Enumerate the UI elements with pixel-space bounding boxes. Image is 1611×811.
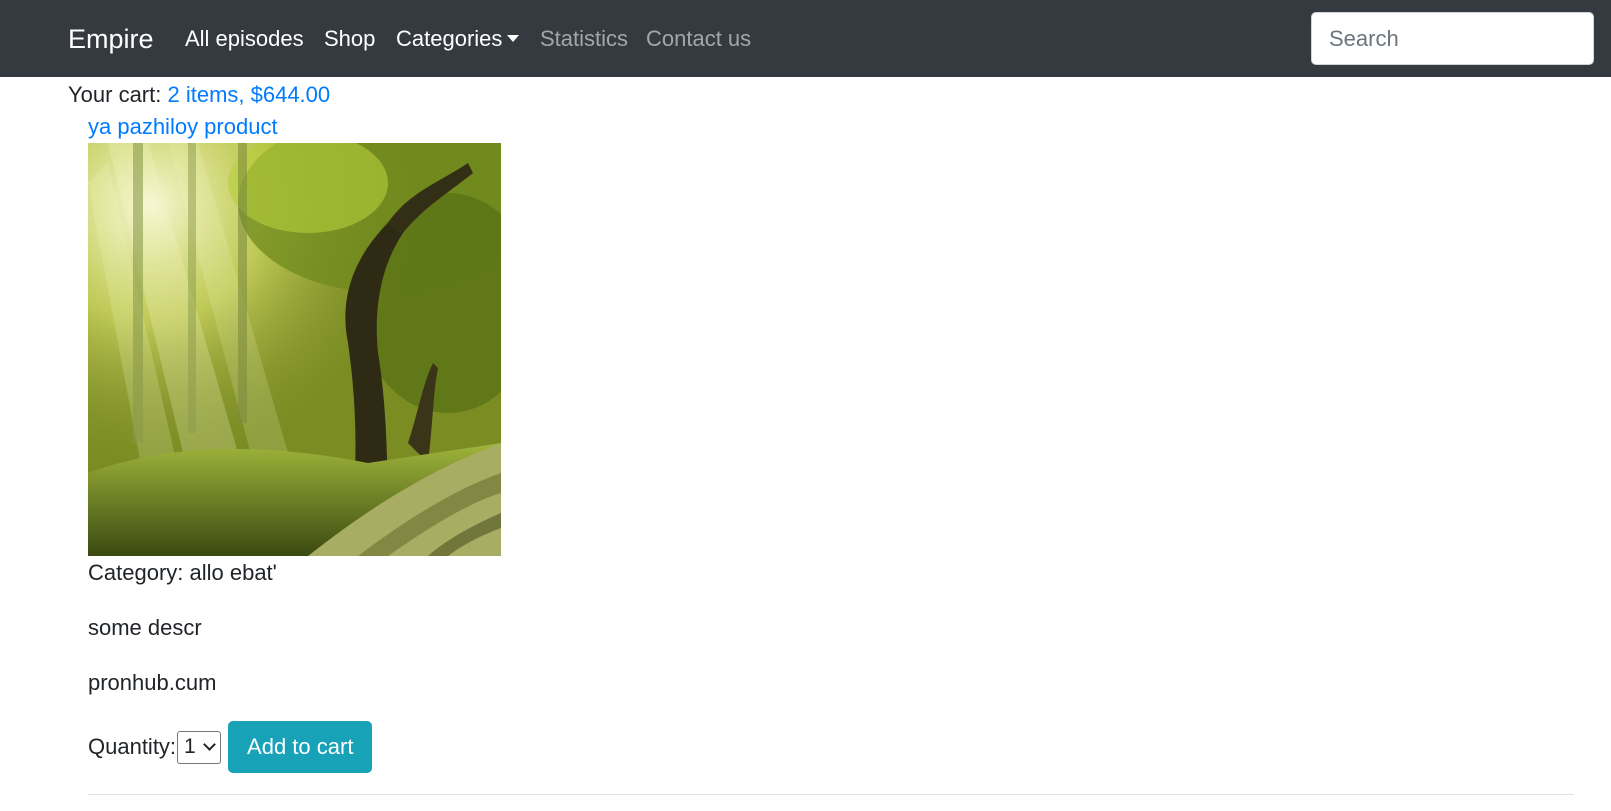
- product-description: some descr: [88, 615, 202, 640]
- brand-link[interactable]: Empire: [68, 21, 154, 57]
- forest-road-image: [88, 143, 501, 556]
- nav-categories-dropdown[interactable]: Categories: [396, 24, 520, 54]
- nav-statistics[interactable]: Statistics: [540, 24, 628, 54]
- product-image: [88, 143, 501, 556]
- top-navbar: Empire All episodes Shop Categories Stat…: [0, 0, 1611, 77]
- cart-summary: Your cart: 2 items, $644.00: [68, 80, 330, 110]
- nav-shop[interactable]: Shop: [324, 24, 375, 54]
- add-to-cart-form: Quantity: 1 Add to cart: [88, 721, 373, 773]
- nav-contact-us[interactable]: Contact us: [646, 24, 751, 54]
- product-card-title: ya pazhiloy product: [88, 112, 278, 142]
- caret-down-icon: [507, 34, 520, 42]
- product-category: Category: allo ebat': [88, 560, 277, 585]
- product-title-link[interactable]: ya pazhiloy product: [88, 114, 278, 139]
- nav-categories-label: Categories: [396, 26, 503, 51]
- nav-all-episodes[interactable]: All episodes: [185, 24, 304, 54]
- cart-label: Your cart:: [68, 82, 162, 107]
- add-to-cart-button[interactable]: Add to cart: [228, 721, 373, 773]
- chevron-down-icon: [203, 737, 216, 751]
- product-link-text: pronhub.cum: [88, 670, 217, 695]
- quantity-value: 1: [184, 735, 196, 758]
- search-input[interactable]: [1311, 12, 1594, 65]
- cart-link[interactable]: 2 items, $644.00: [167, 82, 330, 107]
- quantity-select[interactable]: 1: [177, 730, 222, 764]
- divider: [88, 794, 1574, 795]
- quantity-label: Quantity:: [88, 734, 177, 759]
